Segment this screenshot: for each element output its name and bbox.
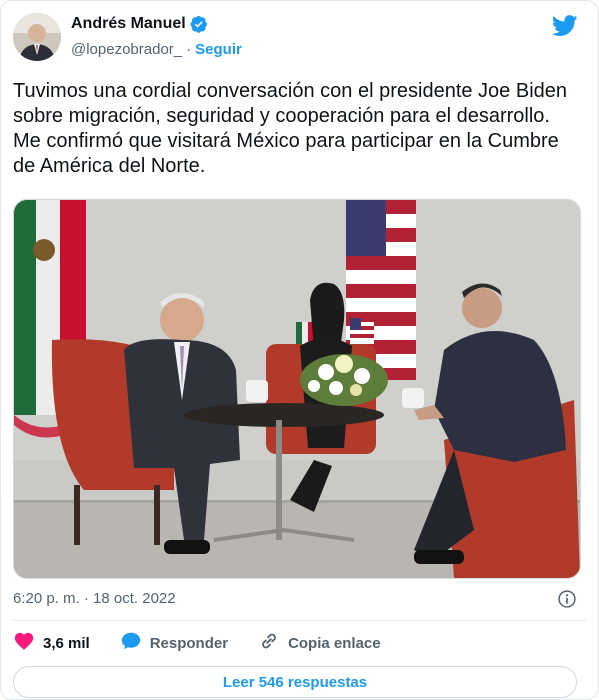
copy-link-label: Copia enlace <box>288 634 381 652</box>
copy-link-button[interactable]: Copia enlace <box>258 630 381 656</box>
meeting-photo-image <box>14 200 580 578</box>
link-icon <box>258 630 280 656</box>
heart-icon <box>13 630 35 656</box>
info-icon[interactable] <box>557 589 577 609</box>
avatar-image <box>13 13 61 61</box>
tweet-card: Andrés Manuel @lopezobrador_ · Seguir Tu… <box>0 0 599 700</box>
tweet-timestamp[interactable]: 6:20 p. m. · 18 oct. 2022 <box>13 590 176 607</box>
separator-dot: · <box>186 41 192 58</box>
author-display-name[interactable]: Andrés Manuel <box>71 15 186 33</box>
like-button[interactable]: 3,6 mil <box>13 630 90 656</box>
reply-bubble-icon <box>120 630 142 656</box>
tweet-photo[interactable] <box>13 199 581 579</box>
twitter-bird-icon[interactable] <box>551 15 578 37</box>
action-bar: 3,6 mil Responder Copia enlace <box>13 629 411 657</box>
author-handle-row: @lopezobrador_ · Seguir <box>71 41 242 58</box>
author-name-row: Andrés Manuel <box>71 15 208 33</box>
verified-badge-icon <box>190 15 208 33</box>
read-replies-button[interactable]: Leer 546 respuestas <box>13 666 577 698</box>
tweet-text: Tuvimos una cordial conversación con el … <box>13 80 568 177</box>
reply-label: Responder <box>149 634 229 652</box>
reply-button[interactable]: Responder <box>120 630 228 656</box>
avatar[interactable] <box>13 13 61 61</box>
divider <box>13 620 586 621</box>
follow-button[interactable]: Seguir <box>195 41 242 58</box>
author-handle[interactable]: @lopezobrador_ <box>71 41 182 58</box>
likes-count: 3,6 mil <box>43 634 90 652</box>
